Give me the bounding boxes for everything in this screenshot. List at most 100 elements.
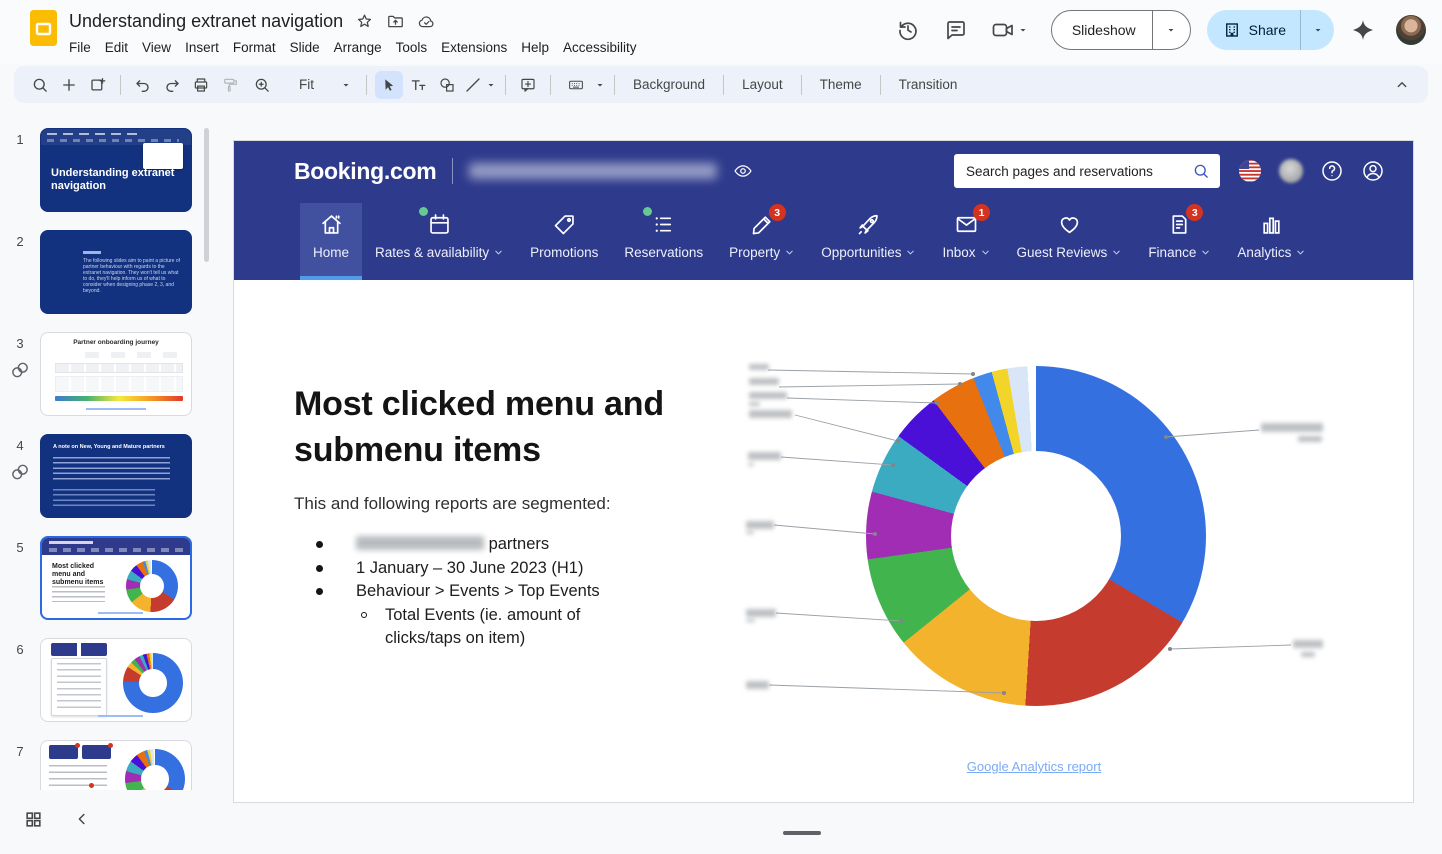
insert-line-icon[interactable] xyxy=(462,71,484,99)
chart-label-redacted xyxy=(746,521,774,529)
slideshow-button[interactable]: Slideshow xyxy=(1051,10,1191,50)
chart-label-redacted xyxy=(749,378,779,385)
theme-button[interactable]: Theme xyxy=(810,72,872,97)
extranet-nav-finance[interactable]: 3Finance xyxy=(1135,203,1224,280)
filmstrip-item-1: 1Understanding extranet navigation xyxy=(0,128,204,212)
transition-button[interactable]: Transition xyxy=(889,72,968,97)
text-box-icon[interactable] xyxy=(404,71,432,99)
google-analytics-report-link[interactable]: Google Analytics report xyxy=(834,759,1234,774)
chevron-down-icon[interactable] xyxy=(485,79,497,91)
menu-view[interactable]: View xyxy=(135,37,178,58)
version-history-icon[interactable] xyxy=(896,18,920,42)
extranet-search[interactable] xyxy=(954,154,1220,188)
extranet-nav-rates-availability[interactable]: Rates & availability xyxy=(362,203,517,280)
toolbar-divider xyxy=(366,75,367,95)
nav-label: Reservations xyxy=(624,245,703,260)
search-menus-icon[interactable] xyxy=(26,71,54,99)
donut-chart xyxy=(866,366,1206,706)
chart-label-redacted xyxy=(1261,423,1323,432)
chevron-down-icon xyxy=(1295,247,1306,258)
redo-icon[interactable] xyxy=(158,71,186,99)
envelope-icon: 1 xyxy=(953,211,980,238)
extranet-nav-analytics[interactable]: Analytics xyxy=(1224,203,1319,280)
insert-comment-icon[interactable] xyxy=(514,71,542,99)
slide-thumbnail-2[interactable]: The following slides aim to paint a pict… xyxy=(40,230,192,314)
slide-thumbnail-6[interactable] xyxy=(40,638,192,722)
extranet-search-input[interactable] xyxy=(966,164,1192,179)
menu-accessibility[interactable]: Accessibility xyxy=(556,37,644,58)
speaker-notes-resize-handle[interactable] xyxy=(783,831,821,835)
menu-edit[interactable]: Edit xyxy=(98,37,135,58)
slide-thumbnail-4[interactable]: A note on New, Young and Mature partners xyxy=(40,434,192,518)
menu-extensions[interactable]: Extensions xyxy=(434,37,514,58)
background-button[interactable]: Background xyxy=(623,72,715,97)
property-name-redacted xyxy=(469,163,717,179)
slide-thumbnail-5[interactable]: Most clicked menu and submenu items xyxy=(40,536,192,620)
new-slide-plus-icon[interactable] xyxy=(55,71,83,99)
chart-label-redacted xyxy=(746,681,769,689)
star-icon[interactable] xyxy=(355,12,374,31)
chart-label-redacted xyxy=(748,452,781,460)
grid-view-icon[interactable] xyxy=(24,810,43,829)
extranet-nav-guest-reviews[interactable]: Guest Reviews xyxy=(1004,203,1136,280)
extranet-nav-property[interactable]: 3Property xyxy=(716,203,808,280)
title-block: Understanding extranet navigation FileEd… xyxy=(69,8,889,60)
list-icon xyxy=(650,211,677,238)
document-title[interactable]: Understanding extranet navigation xyxy=(69,11,343,32)
share-button[interactable]: Share xyxy=(1207,10,1334,50)
layout-button[interactable]: Layout xyxy=(732,72,793,97)
paint-format-icon[interactable] xyxy=(216,71,244,99)
chart-label-redacted xyxy=(1301,652,1315,657)
menu-arrange[interactable]: Arrange xyxy=(327,37,389,58)
chevron-down-icon[interactable] xyxy=(594,79,606,91)
new-slide-with-layout-icon[interactable] xyxy=(84,71,112,99)
move-to-folder-icon[interactable] xyxy=(386,12,405,31)
slide-title[interactable]: Most clicked menu and submenu items xyxy=(294,381,694,473)
collapse-toolbar-icon[interactable] xyxy=(1388,71,1416,99)
menu-tools[interactable]: Tools xyxy=(389,37,435,58)
slide-thumbnail-7[interactable] xyxy=(40,740,192,790)
language-flag-icon[interactable] xyxy=(1238,159,1262,183)
google-slides-logo-icon[interactable] xyxy=(30,10,57,46)
comments-icon[interactable] xyxy=(944,18,968,42)
bullet-item: 1 January – 30 June 2023 (H1) xyxy=(316,557,676,581)
slide-canvas[interactable]: Booking.com xyxy=(233,140,1414,803)
menu-help[interactable]: Help xyxy=(514,37,556,58)
chart-label-redacted xyxy=(1293,640,1323,648)
bullet-list[interactable]: partners1 January – 30 June 2023 (H1)Beh… xyxy=(316,533,676,651)
extranet-nav-opportunities[interactable]: Opportunities xyxy=(808,203,929,280)
meet-presentation-control[interactable] xyxy=(991,18,1029,42)
help-icon[interactable] xyxy=(1320,159,1344,183)
slide-thumbnail-3[interactable]: Partner onboarding journey xyxy=(40,332,192,416)
collapse-filmstrip-icon[interactable] xyxy=(73,810,91,828)
nav-label: Finance xyxy=(1148,245,1196,260)
menu-file[interactable]: File xyxy=(62,37,98,58)
extranet-nav-reservations[interactable]: Reservations xyxy=(611,203,716,280)
partner-avatar-redacted[interactable] xyxy=(1279,159,1303,183)
video-camera-icon xyxy=(991,18,1015,42)
insert-shape-icon[interactable] xyxy=(433,71,461,99)
extranet-nav-home[interactable]: Home xyxy=(300,203,362,280)
select-tool-icon[interactable] xyxy=(375,71,403,99)
print-icon[interactable] xyxy=(187,71,215,99)
extranet-nav-promotions[interactable]: Promotions xyxy=(517,203,611,280)
undo-icon[interactable] xyxy=(129,71,157,99)
slideshow-options-dropdown[interactable] xyxy=(1152,11,1190,49)
toolbar: Fit Background Layout Theme Transition xyxy=(14,66,1428,103)
input-tools-keyboard-icon[interactable] xyxy=(559,71,593,99)
menu-insert[interactable]: Insert xyxy=(178,37,226,58)
heart-icon xyxy=(1056,211,1083,238)
notification-badge: 3 xyxy=(769,204,786,221)
user-avatar[interactable] xyxy=(1396,15,1426,45)
share-options-dropdown[interactable] xyxy=(1300,10,1334,50)
menu-slide[interactable]: Slide xyxy=(283,37,327,58)
slide-intro[interactable]: This and following reports are segmented… xyxy=(294,494,611,514)
filmstrip-scrollbar[interactable] xyxy=(204,128,209,262)
gemini-sparkle-icon[interactable] xyxy=(1351,18,1375,42)
slide-thumbnail-1[interactable]: Understanding extranet navigation xyxy=(40,128,192,212)
zoom-control[interactable]: Fit xyxy=(245,71,358,99)
cloud-saved-icon[interactable] xyxy=(417,12,436,31)
account-icon[interactable] xyxy=(1361,159,1385,183)
menu-format[interactable]: Format xyxy=(226,37,283,58)
extranet-nav-inbox[interactable]: 1Inbox xyxy=(929,203,1003,280)
